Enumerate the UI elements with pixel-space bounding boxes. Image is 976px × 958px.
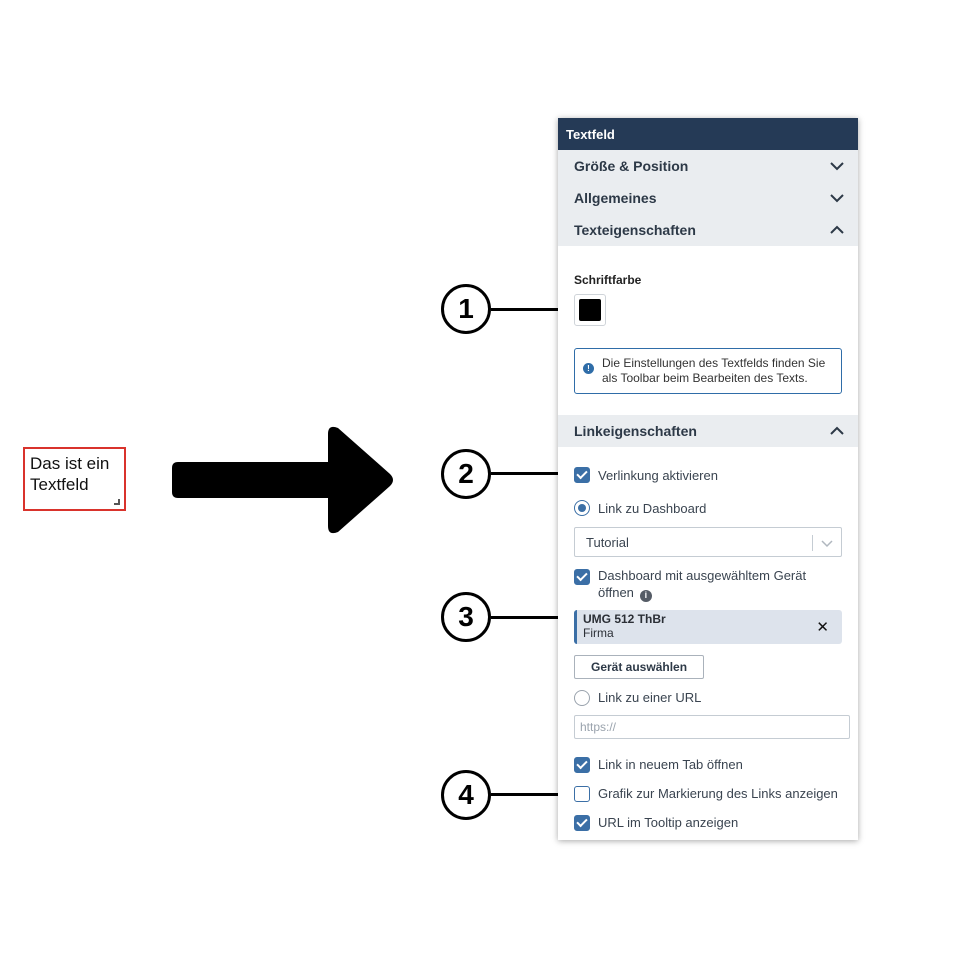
link-dashboard-radio[interactable] [574, 500, 590, 516]
url-input[interactable] [574, 714, 850, 739]
font-color-swatch [579, 299, 601, 321]
device-sub: Firma [583, 625, 614, 640]
enable-link-label: Verlinkung aktivieren [598, 467, 718, 483]
callout-4-line [491, 793, 565, 796]
accordion-text-properties[interactable]: Texteigenschaften [558, 214, 858, 246]
accordion-general-label: Allgemeines [574, 190, 657, 206]
link-marker-label: Grafik zur Markierung des Links anzeigen [598, 786, 838, 801]
enable-link-checkbox[interactable] [574, 467, 590, 483]
link-url-option[interactable]: Link zu einer URL [574, 689, 842, 706]
enable-link-option[interactable]: Verlinkung aktivieren [574, 467, 842, 483]
open-with-device-option[interactable]: Dashboard mit ausgewähltem Gerät öffnen i [574, 567, 842, 602]
link-dashboard-option[interactable]: Link zu Dashboard [574, 500, 842, 516]
open-with-device-checkbox[interactable] [574, 569, 590, 585]
callout-4: 4 [441, 770, 491, 820]
chevron-up-icon [830, 426, 844, 435]
link-marker-checkbox[interactable] [574, 785, 590, 802]
accordion-size-position[interactable]: Größe & Position [558, 150, 858, 182]
text-settings-info: ! Die Einstellungen des Textfelds finden… [574, 348, 842, 394]
resize-handle-icon[interactable] [114, 499, 120, 505]
textfield-properties-panel: Textfeld Größe & Position Allgemeines Te… [558, 118, 858, 840]
link-marker-option[interactable]: Grafik zur Markierung des Links anzeigen [574, 785, 842, 802]
device-name: UMG 512 ThBr [583, 611, 666, 626]
font-color-label: Schriftfarbe [574, 273, 642, 287]
chevron-up-icon [830, 225, 844, 234]
open-with-device-line1: Dashboard mit ausgewähltem Gerät [598, 568, 807, 583]
panel-title: Textfeld [558, 118, 858, 150]
accordion-text-properties-label: Texteigenschaften [574, 222, 696, 238]
chevron-down-icon [830, 162, 844, 171]
info-icon[interactable]: i [639, 589, 652, 602]
callout-1: 1 [441, 284, 491, 334]
sample-text-line1: Das ist ein [30, 454, 110, 473]
link-properties-body: Verlinkung aktivieren Link zu Dashboard … [558, 467, 858, 831]
accordion-general[interactable]: Allgemeines [558, 182, 858, 214]
link-url-radio[interactable] [574, 689, 590, 706]
font-color-picker[interactable] [574, 294, 606, 326]
link-url-label: Link zu einer URL [598, 690, 702, 705]
sample-text-line2: Textfeld [30, 475, 89, 494]
info-text-line2: als Toolbar beim Bearbeiten des Texts. [602, 371, 808, 385]
accordion-size-position-label: Größe & Position [574, 158, 689, 174]
close-icon[interactable]: ✕ [816, 618, 829, 636]
info-icon: ! [583, 363, 594, 374]
accordion-link-properties-label: Linkeigenschaften [574, 423, 697, 439]
text-properties-body: Schriftfarbe ! Die Einstellungen des Tex… [558, 273, 858, 394]
open-with-device-line2: öffnen [598, 585, 634, 600]
select-separator [812, 535, 813, 551]
callout-3-line [491, 616, 565, 619]
dashboard-select[interactable]: Tutorial [574, 527, 842, 557]
callout-2: 2 [441, 449, 491, 499]
link-dashboard-label: Link zu Dashboard [598, 500, 707, 516]
new-tab-checkbox[interactable] [574, 756, 590, 773]
url-tooltip-checkbox[interactable] [574, 814, 590, 831]
url-tooltip-label: URL im Tooltip anzeigen [598, 815, 739, 830]
info-text-line1: Die Einstellungen des Textfelds finden S… [602, 356, 826, 370]
sample-textfield[interactable]: Das ist ein Textfeld [23, 447, 126, 511]
accordion-link-properties[interactable]: Linkeigenschaften [558, 415, 858, 447]
chevron-down-icon [821, 540, 833, 548]
new-tab-option[interactable]: Link in neuem Tab öffnen [574, 756, 842, 773]
chevron-down-icon [830, 194, 844, 203]
dashboard-select-value: Tutorial [586, 534, 629, 550]
url-tooltip-option[interactable]: URL im Tooltip anzeigen [574, 814, 842, 831]
new-tab-label: Link in neuem Tab öffnen [598, 757, 743, 772]
callout-3: 3 [441, 592, 491, 642]
big-arrow-icon [172, 426, 393, 534]
select-device-button[interactable]: Gerät auswählen [574, 654, 705, 679]
selected-device-chip: UMG 512 ThBr Firma ✕ [574, 609, 842, 644]
